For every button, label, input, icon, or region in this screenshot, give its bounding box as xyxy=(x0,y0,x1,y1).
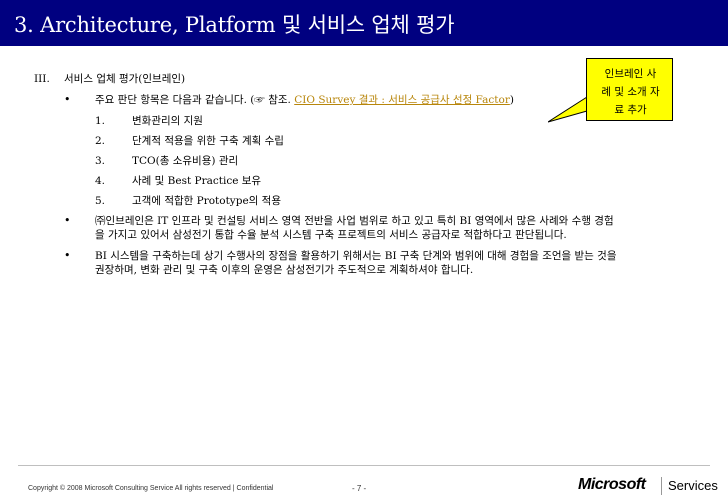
item-text: 단계적 적용을 위한 구축 계획 수립 xyxy=(132,135,284,147)
bullet-dot: • xyxy=(64,93,71,106)
section-heading: 서비스 업체 평가(인브레인) xyxy=(64,73,186,85)
item-number: 4. xyxy=(95,175,106,187)
item-number: 5. xyxy=(95,195,106,207)
bullet-dot: • xyxy=(64,214,71,227)
pointing-hand-icon: ☞ xyxy=(254,94,265,106)
item-text: 사례 및 Best Practice 보유 xyxy=(132,175,262,187)
bullet-2-line-2: 을 가지고 있어서 삼성전기 통합 수율 분석 시스템 구축 프로젝트의 서비스… xyxy=(95,229,567,241)
callout-text: 인브레인 사 례 및 소개 자 료 추가 xyxy=(601,68,660,116)
bullet-1-lead: 주요 판단 항목은 다음과 같습니다. ( xyxy=(95,94,255,106)
item-number: 2. xyxy=(95,135,106,147)
footer-divider xyxy=(18,465,710,466)
bullet-2-line-1: ㈜인브레인은 IT 인프라 및 컨설팅 서비스 영역 전반을 사업 범위로 하고… xyxy=(95,215,614,227)
callout-note: 인브레인 사 례 및 소개 자 료 추가 xyxy=(586,58,673,121)
bullet-dot: • xyxy=(64,249,71,262)
footer-copyright: Copyright © 2008 Microsoft Consulting Se… xyxy=(28,485,274,492)
page-number: - 7 - xyxy=(352,484,367,493)
section-numeral: III. xyxy=(34,73,50,85)
bullet-3-line-1: BI 시스템을 구축하는데 상기 수행사의 장점을 활용하기 위해서는 BI 구… xyxy=(95,250,617,262)
services-label: Services xyxy=(668,478,718,493)
item-number: 1. xyxy=(95,115,106,127)
cio-survey-link[interactable]: CIO Survey 결과 : 서비스 공급사 선정 Factor xyxy=(294,94,510,106)
callout-pointer xyxy=(548,96,588,123)
title-bar: 3. Architecture, Platform 및 서비스 업체 평가 xyxy=(0,0,728,46)
slide-title: 3. Architecture, Platform 및 서비스 업체 평가 xyxy=(14,13,455,37)
item-text: 변화관리의 지원 xyxy=(132,115,203,127)
logo-separator xyxy=(661,477,662,495)
item-text: 고객에 적합한 Prototype의 적용 xyxy=(132,195,281,207)
item-number: 3. xyxy=(95,155,106,167)
bullet-1-text: 주요 판단 항목은 다음과 같습니다. (☞ 참조. CIO Survey 결과… xyxy=(95,93,514,107)
bullet-3-line-2: 권장하며, 변화 관리 및 구축 이후의 운영은 삼성전기가 주도적으로 계획하… xyxy=(95,264,474,276)
item-text: TCO(총 소유비용) 관리 xyxy=(132,155,239,167)
bullet-1-tail: ) xyxy=(509,94,514,106)
bullet-1-ref: 참조. xyxy=(264,94,295,106)
microsoft-logo: Microsoft xyxy=(578,476,646,493)
